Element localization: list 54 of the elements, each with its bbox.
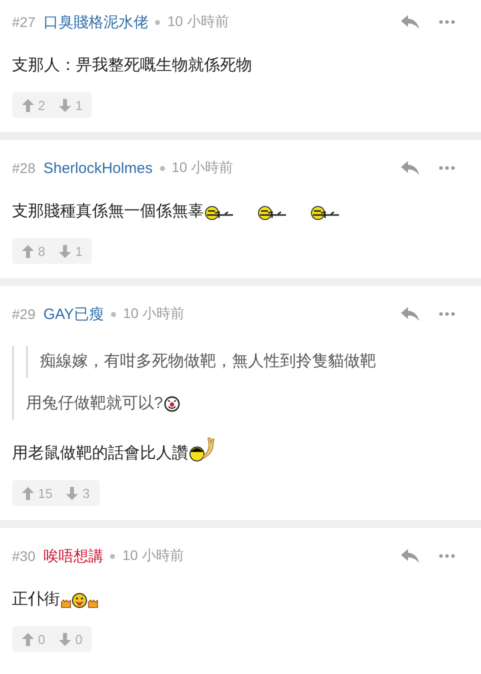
separator-dot-icon	[160, 166, 165, 170]
post-number: #27	[12, 14, 36, 30]
more-options-icon[interactable]	[439, 166, 455, 170]
downvote-button[interactable]: 0	[59, 632, 82, 646]
more-options-icon[interactable]	[439, 312, 455, 316]
smiley-gun-icon	[311, 206, 341, 220]
downvote-button[interactable]: 1	[59, 98, 82, 112]
post-time: 10 小時前	[172, 159, 234, 177]
downvote-button[interactable]: 3	[66, 486, 90, 500]
post-time: 10 小時前	[122, 305, 184, 323]
fist-icon	[61, 599, 71, 608]
up-arrow-icon	[22, 98, 34, 112]
post-number: #28	[12, 160, 36, 176]
clown-face-icon	[164, 396, 180, 412]
downvote-button[interactable]: 1	[59, 244, 82, 258]
post-time: 10 小時前	[167, 13, 229, 31]
reply-icon[interactable]	[401, 15, 419, 29]
post-number: #30	[12, 548, 36, 564]
down-arrow-icon	[59, 632, 72, 646]
tongue-face-icon	[72, 593, 87, 608]
down-arrow-icon	[59, 98, 72, 112]
smiley-hand-icon	[189, 436, 215, 462]
down-arrow-icon	[66, 486, 78, 500]
down-arrow-icon	[59, 244, 72, 258]
username[interactable]: SherlockHolmes	[43, 160, 153, 176]
comment-text: 用老鼠做靶的話會比人讚	[12, 444, 188, 464]
smiley-gun-icon	[205, 206, 235, 220]
more-options-icon[interactable]	[439, 554, 455, 558]
comment-text: 支那賤種真係無一個係無辜	[12, 202, 204, 222]
reply-icon[interactable]	[401, 549, 419, 563]
comment-text: 支那人：畀我整死嘅生物就係死物	[12, 56, 252, 76]
quote-text: 痴線嫁，有咁多死物做靶，無人性到拎隻貓做靶	[40, 353, 376, 370]
fist-icon	[88, 599, 98, 608]
post-number: #29	[12, 306, 36, 322]
upvote-button[interactable]: 15	[22, 486, 52, 500]
separator-dot-icon	[155, 20, 160, 24]
username[interactable]: 口臭賤格泥水佬	[43, 12, 148, 32]
username[interactable]: 唉唔想講	[43, 546, 104, 566]
separator-dot-icon	[110, 312, 116, 316]
up-arrow-icon	[22, 486, 34, 500]
upvote-button[interactable]: 0	[22, 632, 46, 646]
reply-icon[interactable]	[401, 161, 419, 175]
upvote-button[interactable]: 8	[22, 244, 46, 258]
up-arrow-icon	[22, 244, 34, 258]
more-options-icon[interactable]	[439, 20, 455, 24]
comment-text: 正仆街	[12, 590, 60, 610]
up-arrow-icon	[22, 632, 34, 646]
username[interactable]: GAY已瘦	[43, 304, 104, 324]
quote-text: 用兔仔做靶就可以?	[26, 394, 163, 414]
upvote-button[interactable]: 2	[22, 98, 46, 112]
separator-dot-icon	[110, 554, 116, 558]
smiley-gun-icon	[258, 206, 288, 220]
reply-icon[interactable]	[401, 307, 419, 321]
post-time: 10 小時前	[122, 547, 184, 565]
